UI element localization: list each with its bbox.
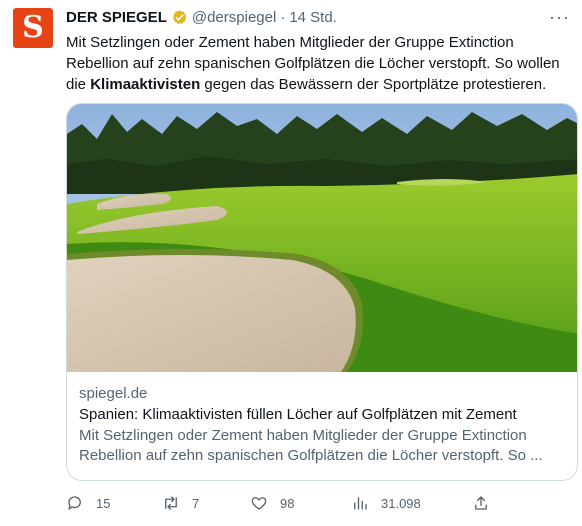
- action-bar: 15 7 98 31.098: [66, 494, 578, 516]
- card-domain: spiegel.de: [79, 385, 148, 402]
- reply-count: 15: [96, 495, 111, 511]
- retweet-icon: [165, 496, 177, 510]
- tweet-text: Mit Setzlingen oder Zement haben Mitglie…: [66, 32, 571, 95]
- card-meta: spiegel.de Spanien: Klimaaktivisten füll…: [67, 372, 577, 466]
- retweet-button[interactable]: 7: [162, 494, 199, 512]
- avatar-logo-letter: S: [22, 10, 44, 45]
- share-icon: [475, 496, 487, 510]
- views-icon: [354, 497, 367, 510]
- card-title: Spanien: Klimaaktivisten füllen Löcher a…: [79, 406, 517, 423]
- like-button[interactable]: 98: [250, 494, 294, 512]
- more-icon[interactable]: ···: [549, 7, 570, 28]
- card-description: Mit Setzlingen oder Zement haben Mitglie…: [79, 427, 543, 464]
- reply-button[interactable]: 15: [66, 494, 110, 512]
- like-count: 98: [280, 495, 295, 511]
- card-image: [67, 104, 577, 372]
- tweet-header: DER SPIEGEL @derspiegel · 14 Std.: [66, 9, 337, 26]
- views-count: 31.098: [381, 495, 421, 511]
- tweet-text-bold: Klimaaktivisten: [90, 76, 201, 93]
- views-button[interactable]: 31.098: [351, 494, 421, 512]
- like-icon: [251, 497, 267, 510]
- author-name[interactable]: DER SPIEGEL: [66, 9, 167, 26]
- tweet-text-part: gegen das Bewässern der Sportplätze prot…: [200, 76, 547, 93]
- avatar[interactable]: S: [13, 8, 53, 48]
- separator-dot: ·: [280, 9, 286, 26]
- share-button[interactable]: [472, 494, 502, 512]
- author-handle[interactable]: @derspiegel: [192, 9, 276, 26]
- link-card[interactable]: spiegel.de Spanien: Klimaaktivisten füll…: [66, 103, 578, 481]
- verified-badge-icon: [172, 10, 187, 25]
- retweet-count: 7: [192, 495, 200, 511]
- tweet-timestamp[interactable]: 14 Std.: [289, 9, 337, 26]
- reply-icon: [68, 496, 81, 510]
